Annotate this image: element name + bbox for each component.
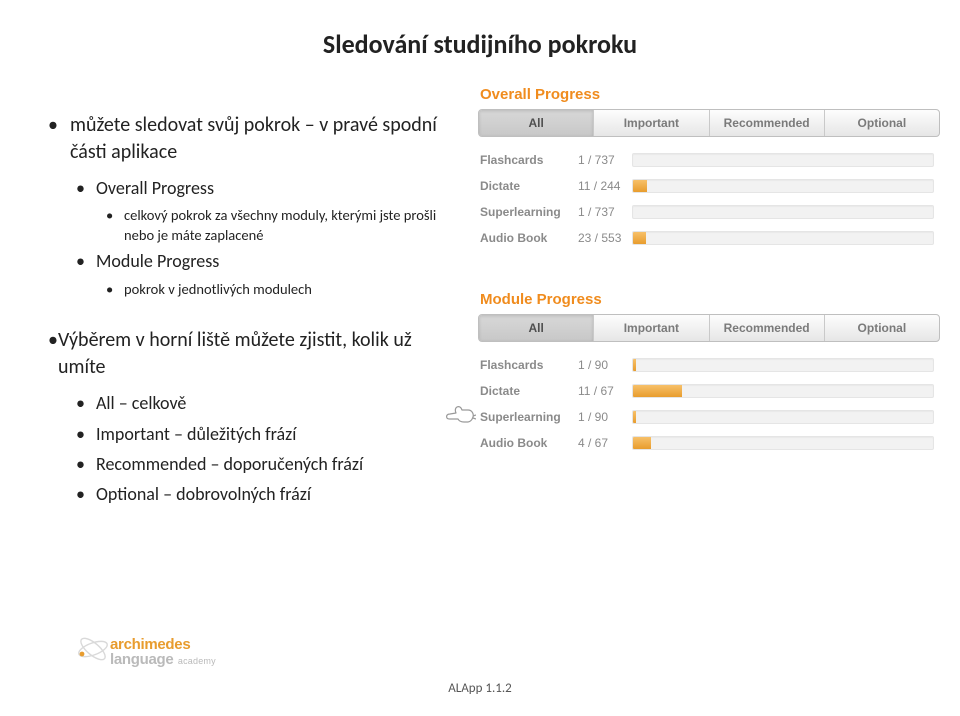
- progress-row: Flashcards 1 / 90: [480, 352, 940, 378]
- logo-line2: language: [110, 651, 173, 668]
- row-label: Superlearning: [480, 205, 578, 219]
- overall-tabbar: All Important Recommended Optional: [478, 109, 940, 137]
- panels-column: Overall Progress All Important Recommend…: [478, 80, 940, 510]
- tab-recommended[interactable]: Recommended: [710, 315, 825, 341]
- row-count: 1 / 737: [578, 153, 632, 167]
- progress-track: [632, 436, 934, 450]
- row-count: 1 / 737: [578, 205, 632, 219]
- row-count: 11 / 244: [578, 179, 632, 193]
- tab-optional[interactable]: Optional: [825, 315, 939, 341]
- progress-row: Dictate 11 / 67: [480, 378, 940, 404]
- bullet-selection-text: Výběrem v horní liště můžete zjistit, ko…: [58, 328, 412, 379]
- progress-row: Audio Book 4 / 67: [480, 430, 940, 456]
- content-columns: můžete sledovat svůj pokrok – v pravé sp…: [0, 80, 960, 510]
- progress-track: [632, 384, 934, 398]
- progress-fill: [633, 232, 646, 244]
- row-count: 1 / 90: [578, 410, 632, 424]
- progress-row: Superlearning 1 / 90: [480, 404, 940, 430]
- progress-fill: [633, 359, 636, 371]
- progress-fill: [633, 437, 651, 449]
- bullet-all: All – celkově: [40, 389, 460, 419]
- tab-important[interactable]: Important: [594, 110, 709, 136]
- bullet-module-progress: Module Progress: [40, 247, 460, 277]
- progress-row: Superlearning 1 / 737: [480, 199, 940, 225]
- tab-all[interactable]: All: [479, 110, 594, 136]
- logo-line3: academy: [178, 656, 216, 666]
- tab-recommended[interactable]: Recommended: [710, 110, 825, 136]
- row-count: 23 / 553: [578, 231, 632, 245]
- logo-line1: archimedes: [110, 637, 216, 652]
- tab-important[interactable]: Important: [594, 315, 709, 341]
- module-rows: Flashcards 1 / 90 Dictate 11 / 67 Superl…: [478, 342, 940, 456]
- row-label: Flashcards: [480, 358, 578, 372]
- module-progress-panel: Module Progress All Important Recommende…: [478, 285, 940, 456]
- bullet-intro: můžete sledovat svůj pokrok – v pravé sp…: [40, 108, 460, 174]
- row-count: 4 / 67: [578, 436, 632, 450]
- overall-progress-panel: Overall Progress All Important Recommend…: [478, 80, 940, 251]
- page-number: ALApp 1.1.2: [0, 681, 960, 696]
- overall-rows: Flashcards 1 / 737 Dictate 11 / 244 Supe…: [478, 137, 940, 251]
- row-label: Audio Book: [480, 231, 578, 245]
- progress-row: Flashcards 1 / 737: [480, 147, 940, 173]
- progress-fill: [633, 180, 647, 192]
- progress-track: [632, 358, 934, 372]
- module-progress-title: Module Progress: [478, 285, 940, 314]
- tab-all[interactable]: All: [479, 315, 594, 341]
- row-label: Dictate: [480, 179, 578, 193]
- module-tabbar: All Important Recommended Optional: [478, 314, 940, 342]
- archimedes-logo-icon: [76, 632, 110, 666]
- progress-track: [632, 231, 934, 245]
- row-label: Dictate: [480, 384, 578, 398]
- progress-row: Dictate 11 / 244: [480, 173, 940, 199]
- footer-logo: archimedes language academy: [110, 637, 216, 668]
- row-count: 11 / 67: [578, 384, 632, 398]
- bullet-optional: Optional – dobrovolných frází: [40, 480, 460, 510]
- row-label: Audio Book: [480, 436, 578, 450]
- bullet-module-desc: pokrok v jednotlivých modulech: [40, 278, 460, 302]
- progress-track: [632, 410, 934, 424]
- row-label: Superlearning: [480, 410, 578, 424]
- row-count: 1 / 90: [578, 358, 632, 372]
- progress-row: Audio Book 23 / 553: [480, 225, 940, 251]
- row-label: Flashcards: [480, 153, 578, 167]
- progress-track: [632, 205, 934, 219]
- bullet-selection: Výběrem v horní liště můžete zjistit, ko…: [40, 323, 460, 389]
- page-title: Sledování studijního pokroku: [0, 0, 960, 80]
- bullet-overall-desc: celkový pokrok za všechny moduly, kterým…: [40, 204, 460, 247]
- tab-optional[interactable]: Optional: [825, 110, 939, 136]
- overall-progress-title: Overall Progress: [478, 80, 940, 109]
- progress-track: [632, 179, 934, 193]
- progress-fill: [633, 385, 682, 397]
- text-column: můžete sledovat svůj pokrok – v pravé sp…: [40, 80, 470, 510]
- progress-track: [632, 153, 934, 167]
- bullet-overall-progress: Overall Progress: [40, 174, 460, 204]
- bullet-recommended: Recommended – doporučených frází: [40, 450, 460, 480]
- bullet-important: Important – důležitých frází: [40, 420, 460, 450]
- pointing-hand-icon: [444, 402, 476, 428]
- progress-fill: [633, 411, 636, 423]
